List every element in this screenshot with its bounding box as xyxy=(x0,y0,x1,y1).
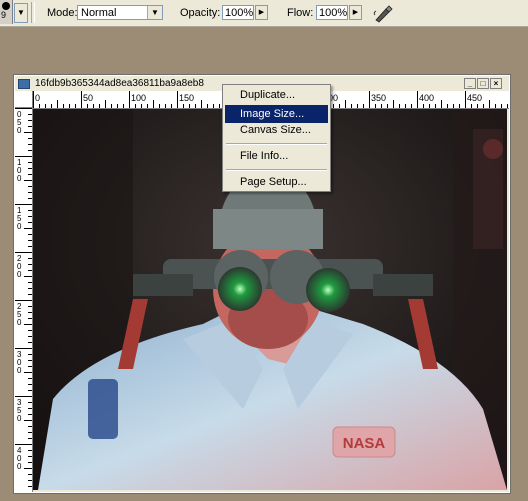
ruler-label: 100 xyxy=(131,93,146,103)
menu-item-duplicate[interactable]: Duplicate... xyxy=(225,86,328,104)
options-bar: 9 ▼ Mode: Normal ▼ Opacity: 100% ▶ Flow:… xyxy=(0,0,528,27)
ruler-label: 450 xyxy=(467,93,482,103)
ruler-label: 400 xyxy=(419,93,434,103)
brush-preview[interactable]: 9 xyxy=(0,0,13,24)
chevron-down-icon[interactable]: ▼ xyxy=(147,6,162,19)
flow-value: 100% xyxy=(319,7,348,19)
ruler-label: 0 xyxy=(17,366,22,375)
minimize-button[interactable]: _ xyxy=(464,78,476,89)
separator xyxy=(31,2,35,23)
maximize-button[interactable]: □ xyxy=(477,78,489,89)
document-title: 16fdb9b365344ad8ea36811ba9a8eb8 xyxy=(35,78,204,89)
menu-separator xyxy=(226,143,327,145)
ruler-label: 150 xyxy=(179,93,194,103)
opacity-value: 100% xyxy=(225,7,254,19)
document-icon xyxy=(18,79,30,89)
menu-separator xyxy=(226,169,327,171)
ruler-label: 0 xyxy=(17,414,22,423)
ruler-label: 50 xyxy=(83,93,93,103)
airbrush-icon[interactable] xyxy=(372,3,394,23)
ruler-corner xyxy=(15,91,33,108)
brush-size-label: 9 xyxy=(1,10,7,20)
flow-field[interactable]: 100% xyxy=(316,5,348,20)
ruler-label: 0 xyxy=(17,462,22,471)
opacity-label: Opacity: xyxy=(180,7,221,19)
brush-dropdown-button[interactable]: ▼ xyxy=(14,3,28,23)
context-menu: Duplicate... Image Size... Canvas Size..… xyxy=(222,84,331,192)
ruler-vertical: 050100150200250300350400 xyxy=(15,108,33,492)
ruler-label: 350 xyxy=(371,93,386,103)
close-button[interactable]: × xyxy=(490,78,502,89)
ruler-label: 0 xyxy=(17,174,22,183)
flow-label: Flow: xyxy=(287,7,314,19)
opacity-stepper[interactable]: ▶ xyxy=(255,5,268,20)
ruler-label: 0 xyxy=(17,270,22,279)
mode-label: Mode: xyxy=(47,7,78,19)
mode-value: Normal xyxy=(81,7,117,19)
ruler-label: 0 xyxy=(35,93,40,103)
svg-text:NASA: NASA xyxy=(343,435,386,452)
menu-item-page-setup[interactable]: Page Setup... xyxy=(225,173,328,191)
menu-item-canvas-size[interactable]: Canvas Size... xyxy=(225,121,328,139)
flow-stepper[interactable]: ▶ xyxy=(349,5,362,20)
mode-select[interactable]: Normal ▼ xyxy=(77,5,163,20)
ruler-label: 0 xyxy=(17,222,22,231)
ruler-label: 0 xyxy=(17,126,22,135)
menu-item-file-info[interactable]: File Info... xyxy=(225,147,328,165)
ruler-label: 0 xyxy=(17,318,22,327)
brush-dot-icon xyxy=(2,2,10,10)
opacity-field[interactable]: 100% xyxy=(222,5,254,20)
